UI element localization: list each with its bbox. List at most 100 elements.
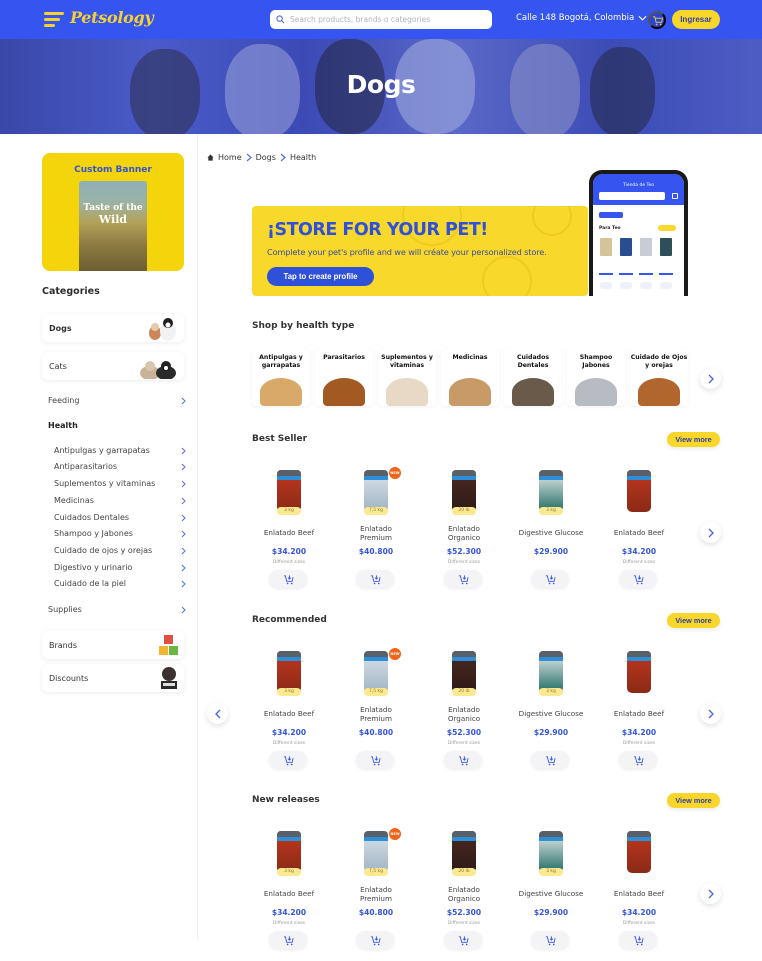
dog-photo (260, 378, 302, 406)
sidebar-subitem[interactable]: Medicinas (54, 496, 186, 505)
product-name[interactable]: Enlatado Beef (601, 528, 677, 538)
sidebar-subitem[interactable]: Antiparasitarios (54, 462, 186, 471)
sidebar-subitem[interactable]: Shampoo y Jabones (54, 529, 186, 538)
health-types-title: Shop by health type (252, 321, 355, 331)
add-to-cart-button[interactable] (619, 751, 657, 769)
carousel-prev-button[interactable] (207, 703, 228, 724)
health-type-card[interactable]: Shampoo Jabones (567, 349, 625, 406)
product-card[interactable]: 20 lb Enlatado Organico $52.300 Different s… (426, 470, 502, 600)
add-to-cart-button[interactable] (531, 570, 569, 588)
create-profile-button[interactable]: Tap to create profile (267, 267, 374, 286)
product-name[interactable]: Enlatado Beef (251, 889, 327, 899)
product-name[interactable]: Digestive Glucose (513, 889, 589, 899)
sidebar-subitem[interactable]: Cuidados Dentales (54, 513, 186, 522)
search-bar[interactable] (270, 10, 492, 29)
section-title: Best Seller (252, 434, 308, 444)
custom-banner[interactable]: Custom Banner Taste of the Wild (42, 153, 184, 271)
view-more-button[interactable]: View more (667, 613, 720, 628)
chevron-right-icon (181, 547, 186, 554)
product-name[interactable]: Enlatado Organico (444, 705, 484, 723)
view-more-button[interactable]: View more (667, 432, 720, 447)
product-card[interactable]: Enlatado Beef $34.200 Different sizes (601, 831, 677, 961)
product-name[interactable]: Enlatado Organico (444, 885, 484, 903)
login-button[interactable]: Ingresar (672, 10, 720, 29)
health-type-card[interactable]: Suplementos y vitaminas (378, 349, 436, 406)
add-to-cart-button[interactable] (356, 931, 394, 949)
sidebar-subitem[interactable]: Suplementos y vitaminas (54, 479, 186, 488)
sidebar-item-feeding[interactable]: Feeding (48, 396, 186, 405)
add-to-cart-button[interactable] (269, 931, 307, 949)
chevron-right-icon (181, 497, 186, 504)
category-dogs[interactable]: Dogs (42, 314, 184, 342)
cart-button[interactable] (648, 11, 666, 29)
category-cats[interactable]: Cats (42, 352, 184, 380)
health-type-card[interactable]: Cuidados Dentales (504, 349, 562, 406)
add-to-cart-button[interactable] (356, 570, 394, 588)
add-to-cart-button[interactable] (444, 931, 482, 949)
breadcrumb-home[interactable]: Home (218, 153, 242, 162)
product-card[interactable]: Enlatado Beef $34.200 Different sizes (601, 470, 677, 600)
add-to-cart-button[interactable] (531, 751, 569, 769)
add-to-cart-icon (370, 935, 381, 945)
product-name[interactable]: Enlatado Premium (356, 705, 396, 723)
sidebar-item-discounts[interactable]: Discounts (42, 664, 184, 692)
location-selector[interactable]: Calle 148 Bogotá, Colombia (516, 13, 647, 23)
product-card[interactable]: Enlatado Beef $34.200 Different sizes (601, 651, 677, 781)
health-type-card[interactable]: Antipulgas y garrapatas (252, 349, 310, 406)
product-image (452, 831, 476, 873)
product-card[interactable]: 7,5 kg NEW Enlatado Premium $40.800 (338, 467, 414, 600)
product-name[interactable]: Enlatado Beef (601, 709, 677, 719)
add-to-cart-button[interactable] (356, 751, 394, 769)
sidebar-subitem[interactable]: Cuidado de ojos y orejas (54, 546, 186, 555)
health-type-card[interactable]: Parasitarios (315, 349, 373, 406)
product-name[interactable]: Enlatado Premium (356, 524, 396, 542)
product-card[interactable]: 3 kg Enlatado Beef $34.200 Different sizes (251, 651, 327, 781)
product-card[interactable]: 3 kg Digestive Glucose $29.900 (513, 651, 589, 781)
add-to-cart-button[interactable] (531, 931, 569, 949)
carousel-next-button[interactable] (700, 703, 721, 724)
add-to-cart-button[interactable] (444, 751, 482, 769)
add-to-cart-button[interactable] (619, 570, 657, 588)
carousel-next-button[interactable] (700, 522, 721, 543)
product-card[interactable]: 7,5 kg NEW Enlatado Premium $40.800 (338, 828, 414, 961)
product-name[interactable]: Digestive Glucose (513, 528, 589, 538)
product-name[interactable]: Enlatado Beef (251, 528, 327, 538)
sidebar-subitem[interactable]: Antipulgas y garrapatas (54, 446, 186, 455)
product-name[interactable]: Enlatado Organico (444, 524, 484, 542)
add-to-cart-button[interactable] (444, 570, 482, 588)
logo[interactable]: Petsology (70, 8, 154, 27)
product-name[interactable]: Enlatado Premium (356, 885, 396, 903)
breadcrumb-dogs[interactable]: Dogs (256, 153, 276, 162)
sidebar-item-brands[interactable]: Brands (42, 631, 184, 659)
product-card[interactable]: 7,5 kg NEW Enlatado Premium $40.800 (338, 648, 414, 781)
product-name[interactable]: Digestive Glucose (513, 709, 589, 719)
product-card[interactable]: 3 kg Enlatado Beef $34.200 Different sizes (251, 470, 327, 600)
sidebar-item-supplies[interactable]: Supplies (48, 605, 186, 614)
product-note: Different sizes (272, 921, 306, 926)
add-to-cart-icon (283, 755, 294, 765)
dog-photo (386, 378, 428, 406)
sidebar-item-health[interactable]: Health (48, 421, 78, 430)
sidebar-subitem[interactable]: Cuidado de la piel (54, 579, 186, 588)
view-more-button[interactable]: View more (667, 793, 720, 808)
product-card[interactable]: 3 kg Digestive Glucose $29.900 (513, 831, 589, 961)
sidebar-subitem[interactable]: Digestivo y urinario (54, 563, 186, 572)
health-type-card[interactable]: Cuidado de Ojos y orejas (630, 349, 688, 406)
product-card[interactable]: 20 lb Enlatado Organico $52.300 Different s… (426, 651, 502, 781)
product-name[interactable]: Enlatado Beef (601, 889, 677, 899)
product-name[interactable]: Enlatado Beef (251, 709, 327, 719)
product-card[interactable]: 20 lb Enlatado Organico $52.300 Different s… (426, 831, 502, 961)
carousel-next-button[interactable] (700, 883, 721, 904)
add-to-cart-button[interactable] (269, 751, 307, 769)
add-to-cart-button[interactable] (619, 931, 657, 949)
health-types-next-button[interactable] (700, 368, 721, 389)
product-card[interactable]: 3 kg Enlatado Beef $34.200 Different sizes (251, 831, 327, 961)
health-type-card[interactable]: Medicinas (441, 349, 499, 406)
product-card[interactable]: 3 kg Digestive Glucose $29.900 (513, 470, 589, 600)
product-note: Different sizes (447, 741, 481, 746)
hamburger-menu-icon[interactable] (44, 12, 64, 27)
store-promo-banner[interactable]: ¡STORE FOR YOUR PET! Complete your pet's… (252, 206, 588, 296)
search-input[interactable] (290, 15, 490, 24)
product-note: Different sizes (272, 741, 306, 746)
add-to-cart-button[interactable] (269, 570, 307, 588)
